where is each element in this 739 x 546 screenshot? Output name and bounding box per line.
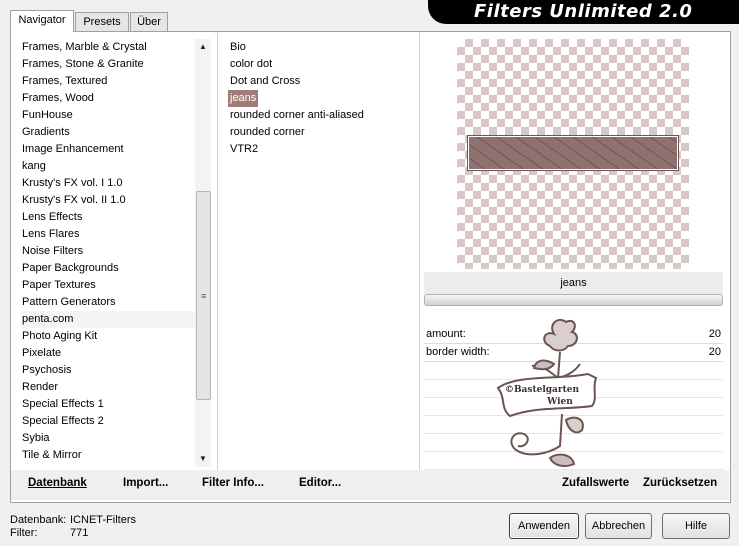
divider xyxy=(419,32,420,470)
datenbank-button[interactable]: Datenbank xyxy=(28,477,87,489)
category-item[interactable]: Gradients xyxy=(21,124,195,141)
category-item[interactable]: Psychosis xyxy=(21,362,195,379)
watermark-text: Wien xyxy=(546,397,573,407)
cancel-button[interactable]: Abbrechen xyxy=(585,513,652,539)
status-filter-label: Filter: xyxy=(10,527,38,539)
category-item[interactable]: Toadies xyxy=(21,464,195,467)
category-item[interactable]: Frames, Stone & Granite xyxy=(21,56,195,73)
filter-item[interactable]: VTR2 xyxy=(228,141,260,158)
category-item[interactable]: Image Enhancement xyxy=(21,141,195,158)
filter-item[interactable]: jeans xyxy=(228,90,259,107)
category-item[interactable]: Krusty's FX vol. II 1.0 xyxy=(21,192,195,209)
filter-name-label: jeans xyxy=(424,272,723,294)
filter-list[interactable]: Bio color dot Dot and Cross jeans rounded co… xyxy=(228,39,408,158)
tab-navigator[interactable]: Navigator xyxy=(10,10,74,32)
watermark-logo: ©Bastelgarten Wien xyxy=(496,318,598,467)
filter-item[interactable]: rounded corner xyxy=(228,124,307,141)
status-db-value: ICNET-Filters xyxy=(70,514,136,526)
param-label: amount: xyxy=(426,328,466,340)
progress-bar xyxy=(424,294,723,306)
scrollbar-thumb[interactable]: ≡ xyxy=(196,191,211,400)
category-item[interactable]: Photo Aging Kit xyxy=(21,328,195,345)
category-item[interactable]: kang xyxy=(21,158,195,175)
filter-info-button[interactable]: Filter Info... xyxy=(202,477,264,489)
preview-image xyxy=(467,135,679,171)
apply-button[interactable]: Anwenden xyxy=(509,513,579,539)
title-banner: Filters Unlimited 2.0 xyxy=(428,0,739,24)
category-item[interactable]: Special Effects 1 xyxy=(21,396,195,413)
category-item[interactable]: Lens Effects xyxy=(21,209,195,226)
scroll-down-icon[interactable]: ▼ xyxy=(195,451,211,467)
category-item[interactable]: Frames, Wood xyxy=(21,90,195,107)
datenbank-label: Datenbank xyxy=(28,477,87,489)
category-item[interactable]: Special Effects 2 xyxy=(21,413,195,430)
category-item[interactable]: Tile & Mirror xyxy=(21,447,195,464)
zuruecksetzen-button[interactable]: Zurücksetzen xyxy=(643,477,717,489)
category-item[interactable]: Pixelate xyxy=(21,345,195,362)
param-label: border width: xyxy=(426,346,490,358)
import-button[interactable]: Import... xyxy=(123,477,168,489)
scroll-up-icon[interactable]: ▲ xyxy=(195,39,211,55)
category-list[interactable]: Frames, Marble & Crystal Frames, Stone & … xyxy=(21,39,195,467)
preview-canvas xyxy=(457,39,689,269)
category-item[interactable]: Krusty's FX vol. I 1.0 xyxy=(21,175,195,192)
filter-item[interactable]: rounded corner anti-aliased xyxy=(228,107,366,124)
zufallswerte-button[interactable]: Zufallswerte xyxy=(562,477,629,489)
category-item[interactable]: FunHouse xyxy=(21,107,195,124)
category-item[interactable]: penta.com xyxy=(21,311,195,328)
status-db-label: Datenbank: xyxy=(10,514,67,526)
param-value: 20 xyxy=(708,346,721,358)
category-item[interactable]: Pattern Generators xyxy=(21,294,195,311)
param-value: 20 xyxy=(708,328,721,340)
category-scrollbar[interactable]: ▲ ≡ ▼ xyxy=(195,39,211,467)
editor-button[interactable]: Editor... xyxy=(299,477,341,489)
category-item[interactable]: Sybia xyxy=(21,430,195,447)
category-item[interactable]: Frames, Textured xyxy=(21,73,195,90)
grip-icon: ≡ xyxy=(201,291,207,301)
category-item[interactable]: Lens Flares xyxy=(21,226,195,243)
app-title: Filters Unlimited 2.0 xyxy=(474,1,693,22)
filter-item[interactable]: color dot xyxy=(228,56,274,73)
tab-uber[interactable]: Über xyxy=(130,12,168,31)
status-filter-value: 771 xyxy=(70,527,89,539)
filter-item[interactable]: Bio xyxy=(228,39,248,56)
divider xyxy=(217,32,218,470)
category-item[interactable]: Paper Backgrounds xyxy=(21,260,195,277)
watermark-text: ©Bastelgarten xyxy=(505,385,580,395)
category-item[interactable]: Paper Textures xyxy=(21,277,195,294)
category-item[interactable]: Render xyxy=(21,379,195,396)
filter-item[interactable]: Dot and Cross xyxy=(228,73,302,90)
category-item[interactable]: Noise Filters xyxy=(21,243,195,260)
tab-presets[interactable]: Presets xyxy=(75,12,129,31)
category-item[interactable]: Frames, Marble & Crystal xyxy=(21,39,195,56)
help-button[interactable]: Hilfe xyxy=(662,513,730,539)
